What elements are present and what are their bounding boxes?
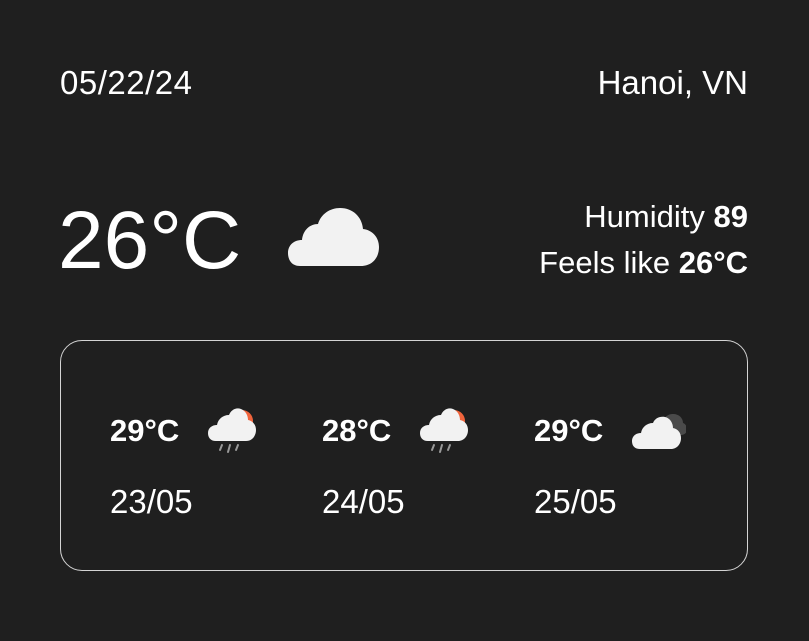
sun-cloud-rain-icon: [420, 408, 468, 453]
humidity-row: Humidity 89: [539, 194, 748, 240]
feels-like-label: Feels like: [539, 245, 671, 280]
weather-app: { "header": { "date": "05/22/24", "locat…: [0, 0, 809, 641]
forecast-temperature: 29°C: [110, 413, 180, 448]
forecast-date: 23/05: [110, 483, 193, 520]
humidity-value: 89: [713, 199, 748, 234]
forecast-temperature: 28°C: [322, 413, 392, 448]
current-date: 05/22/24: [60, 64, 193, 101]
forecast-date: 25/05: [534, 483, 617, 520]
current-temperature: 26°C: [58, 195, 242, 286]
humidity-label: Humidity: [584, 199, 705, 234]
forecast-date: 24/05: [322, 483, 405, 520]
current-stats: Humidity 89 Feels like 26°C: [539, 194, 748, 286]
sun-cloud-rain-icon: [208, 408, 256, 453]
feels-like-row: Feels like 26°C: [539, 240, 748, 286]
feels-like-value: 26°C: [678, 245, 748, 280]
cloud-icon: [288, 208, 379, 266]
forecast-panel: 29°C 23/05 28°C 24/05 29°C 25/05: [60, 340, 748, 571]
clouds-icon: [632, 414, 686, 449]
location-label: Hanoi, VN: [597, 64, 748, 101]
forecast-temperature: 29°C: [534, 413, 604, 448]
